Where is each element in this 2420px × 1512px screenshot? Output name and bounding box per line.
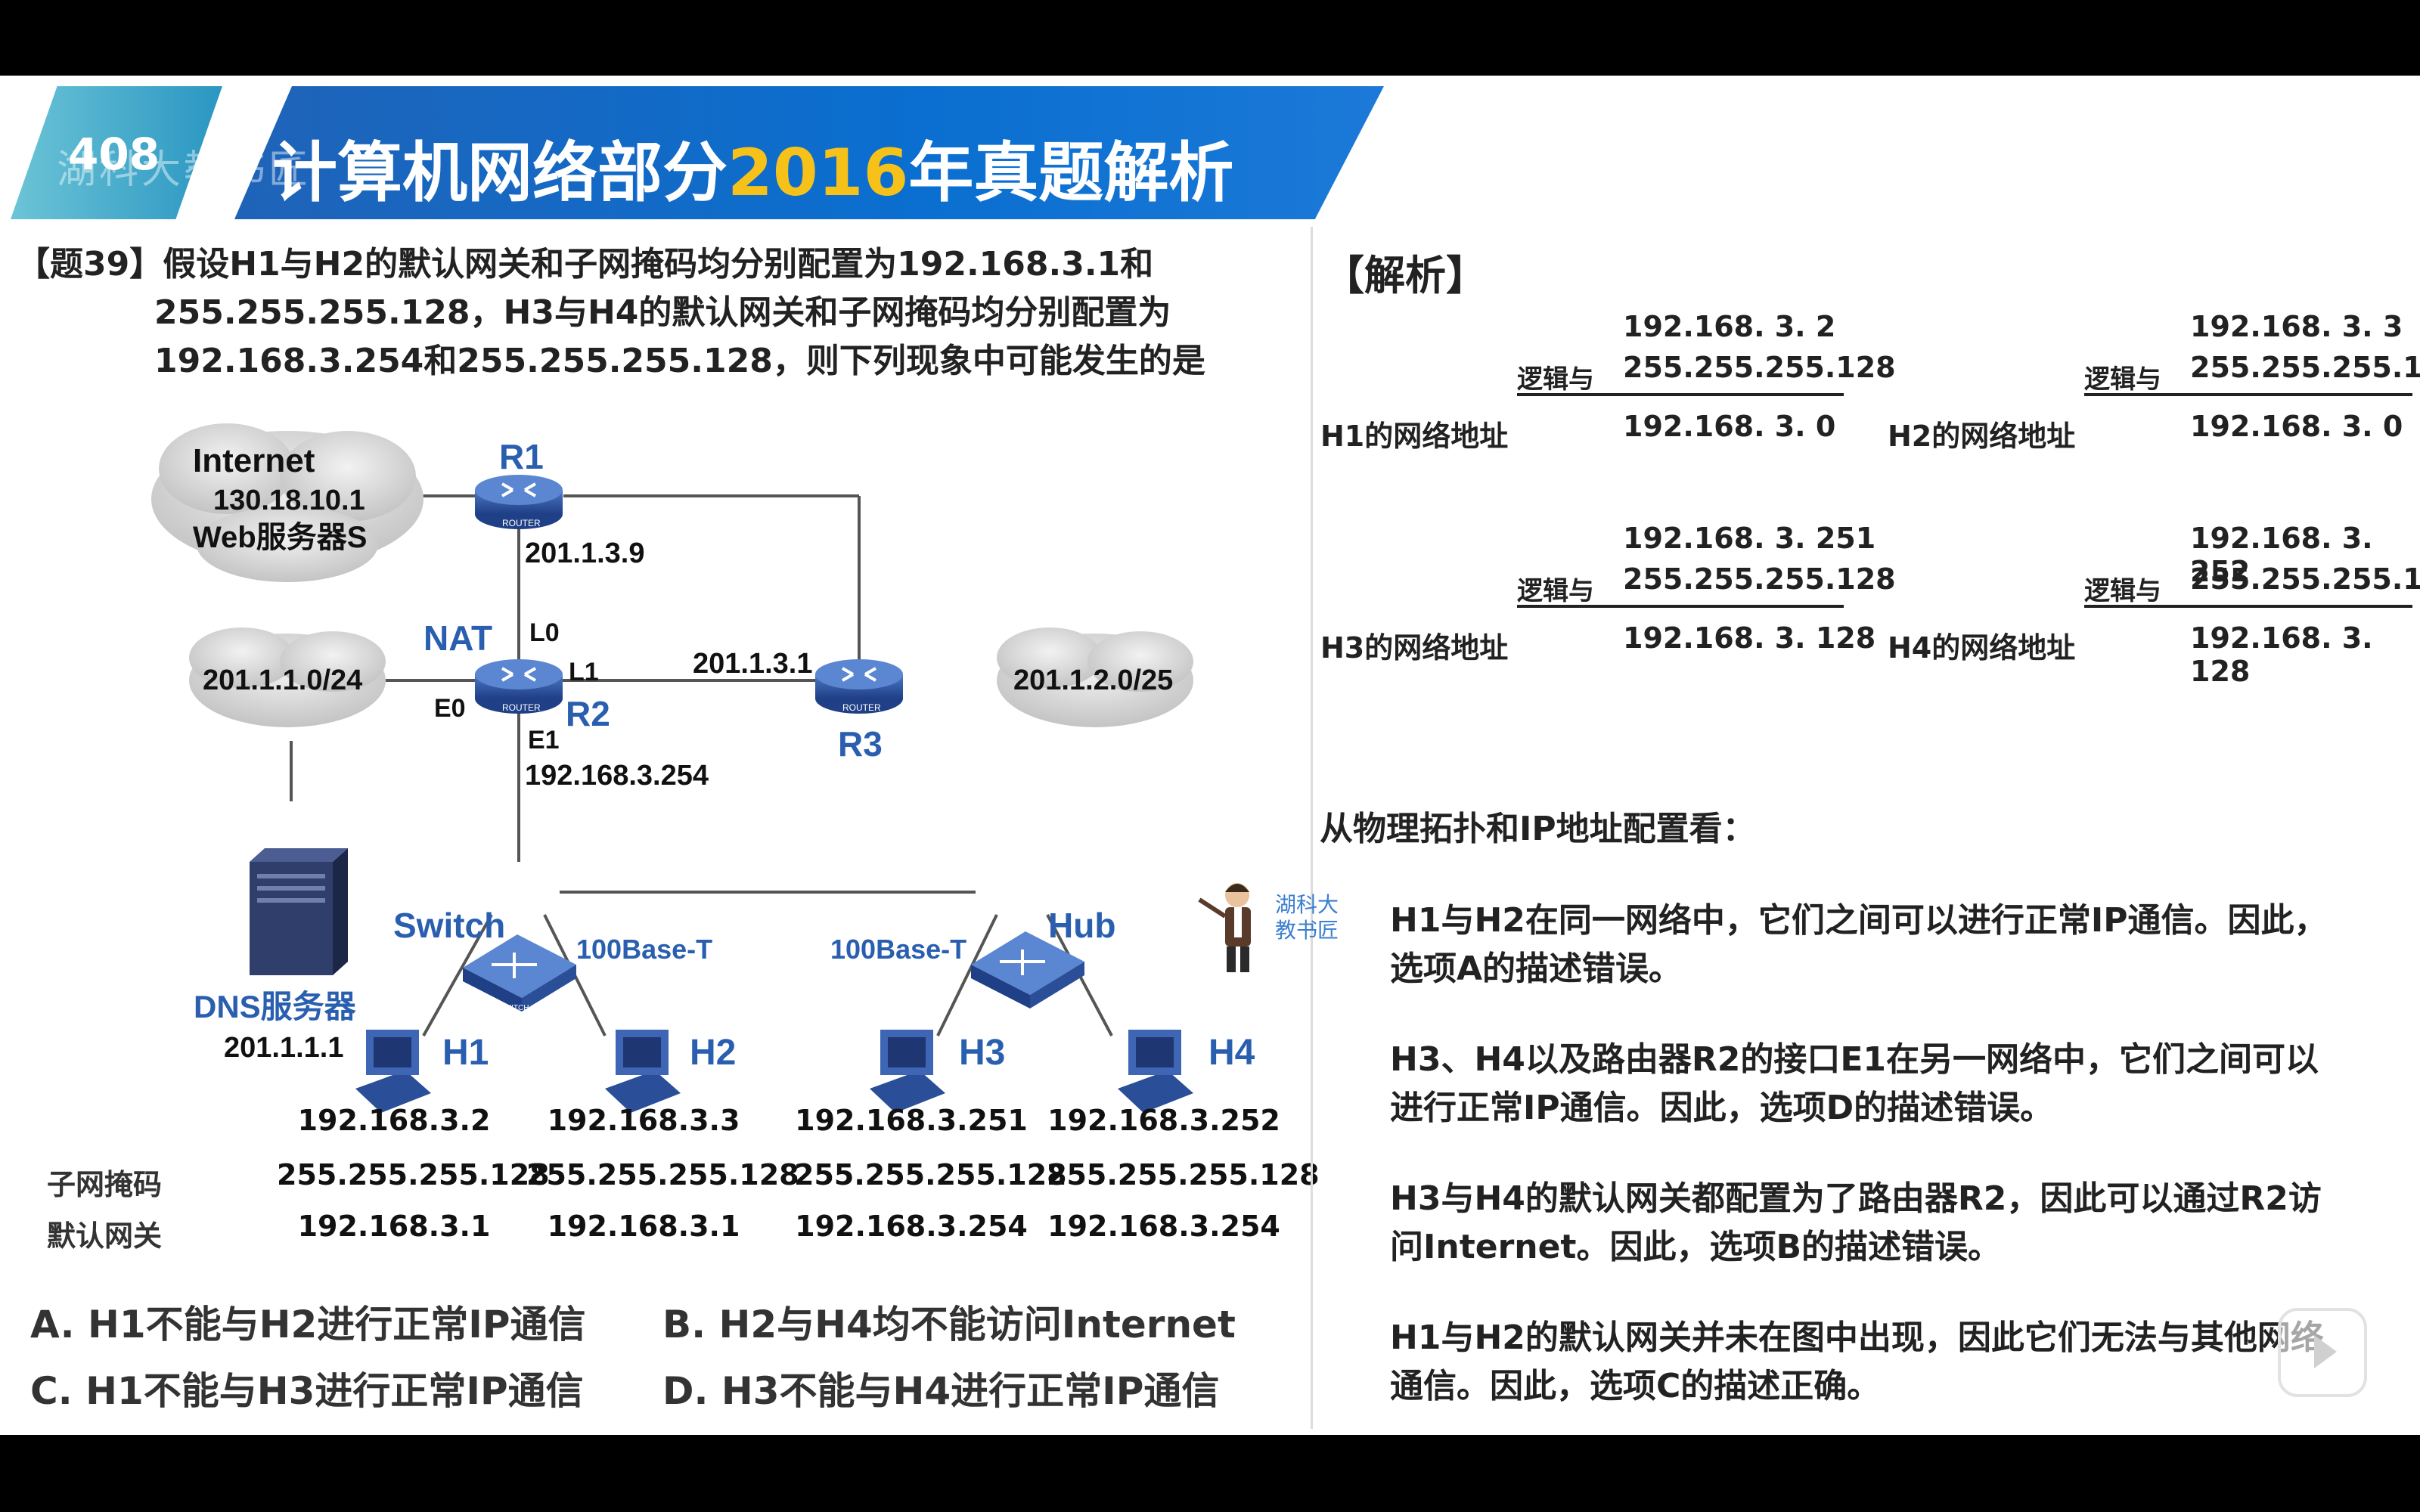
dns-ip: 201.1.1.1 [224,1032,343,1064]
host-h4-icon [1118,1030,1193,1113]
host-h3-label: H3 [959,1033,1005,1073]
host-h2-icon [605,1030,681,1113]
h4-network-label: H4的网络地址 [1888,631,2076,665]
link1-label: 100Base-T [576,934,712,965]
r1-tag: ROUTER [502,518,541,528]
teacher-mascot-icon [1198,883,1251,972]
internet-label: Internet [193,442,315,479]
r1-ip: 201.1.3.9 [525,538,644,569]
option-d: D. H3不能与H4进行正常IP通信 [662,1369,1220,1413]
play-button[interactable] [2278,1308,2367,1397]
h2-network-label: H2的网络地址 [1888,420,2076,453]
option-c: C. H1不能与H3进行正常IP通信 [30,1369,584,1413]
h3-network-label: H3的网络地址 [1320,631,1509,665]
h2-mask: 255.255.255.128 [526,1158,799,1191]
hub-label: Hub [1048,906,1115,945]
h1-ip: 192.168.3.2 [297,1104,491,1137]
h4-calc-and: 逻辑与 [2084,576,2161,606]
h4-calc-mask: 255.255.255.128 [2190,562,2420,596]
teacher-label: 湖科大教书匠 [1275,892,1339,943]
h1-gateway: 192.168.3.1 [297,1210,491,1243]
h3-calc-line [1517,605,1844,608]
h4-network-address: 192.168. 3. 128 [2190,621,2373,688]
analysis-paragraph-3: H3与H4的默认网关都配置为了路由器R2，因此可以通过R2访问Internet。… [1390,1179,2322,1266]
net1-label: 201.1.1.0/24 [203,665,362,696]
r2-r3-ip: 201.1.3.1 [693,648,812,680]
analysis-paragraph-1: H1与H2在同一网络中，它们之间可以进行正常IP通信。因此，选项A的描述错误。 [1390,901,2328,988]
gateway-row-label: 默认网关 [47,1219,163,1253]
h2-calc-ip: 192.168. 3. 3 [2190,310,2403,343]
h2-network-address: 192.168. 3. 0 [2190,410,2403,443]
internet-ip: 130.18.10.1 [213,485,365,516]
h3-network-address: 192.168. 3. 128 [1623,621,1876,655]
h2-ip: 192.168.3.3 [547,1104,740,1137]
h3-calc-mask: 255.255.255.128 [1623,562,1896,596]
r1-label: R1 [499,437,544,476]
h4-calc-line [2084,605,2412,608]
h4-gateway: 192.168.3.254 [1047,1210,1280,1243]
nat-label: NAT [424,618,492,658]
e1-ip: 192.168.3.254 [525,760,709,792]
h3-mask: 255.255.255.128 [794,1158,1067,1191]
r3-label: R3 [838,724,883,764]
h3-ip: 192.168.3.251 [795,1104,1028,1137]
h4-mask: 255.255.255.128 [1047,1158,1320,1191]
h1-calc-and: 逻辑与 [1517,364,1594,395]
net2-label: 201.1.2.0/25 [1013,665,1173,696]
h1-network-label: H1的网络地址 [1320,420,1509,453]
mask-row-label: 子网掩码 [47,1168,163,1201]
h2-gateway: 192.168.3.1 [547,1210,740,1243]
host-h1-label: H1 [442,1033,489,1073]
dns-label: DNS服务器 [194,989,357,1024]
analysis-subhead: 从物理拓扑和IP地址配置看： [1320,810,1756,848]
e0-label: E0 [434,694,466,723]
l1-label: L1 [569,658,599,686]
h2-calc-line [2084,393,2412,396]
host-h1-icon [355,1030,431,1113]
web-server-label: Web服务器S [193,521,367,554]
option-b: B. H2与H4均不能访问Internet [662,1303,1236,1346]
host-h4-label: H4 [1208,1033,1255,1073]
h1-network-address: 192.168. 3. 0 [1623,410,1836,443]
r2-label: R2 [566,694,610,733]
e1-label: E1 [528,726,560,754]
h3-gateway: 192.168.3.254 [795,1210,1028,1243]
column-divider [1311,227,1313,1429]
h2-calc-mask: 255.255.255.128 [2190,351,2420,384]
h2-calc-and: 逻辑与 [2084,364,2161,395]
option-a: A. H1不能与H2进行正常IP通信 [30,1303,586,1346]
slide: 408 湖科大教书匠 计算机网络部分2016年真题解析 【题39】假设H1与H2… [0,76,2420,1435]
analysis-paragraph-2: H3、H4以及路由器R2的接口E1在另一网络中，它们之间可以进行正常IP通信。因… [1390,1040,2319,1127]
switch-tag: SWITCH [499,1004,529,1012]
host-h2-label: H2 [690,1033,736,1073]
h1-calc-mask: 255.255.255.128 [1623,351,1896,384]
r2-tag: ROUTER [502,702,541,713]
h3-calc-ip: 192.168. 3. 251 [1623,522,1876,555]
h1-mask: 255.255.255.128 [277,1158,550,1191]
analysis-title: 【解析】 [1323,252,1487,299]
link2-label: 100Base-T [830,934,966,965]
analysis-paragraph-4: H1与H2的默认网关并未在图中出现，因此它们无法与其他网络通信。因此，选项C的描… [1390,1318,2324,1405]
h3-calc-and: 逻辑与 [1517,576,1594,606]
host-h3-icon [870,1030,945,1113]
h4-ip: 192.168.3.252 [1047,1104,1280,1137]
r3-tag: ROUTER [842,702,881,713]
h1-calc-ip: 192.168. 3. 2 [1623,310,1836,343]
l0-label: L0 [529,618,560,647]
dns-server-icon [250,848,348,975]
switch-label: Switch [393,906,505,945]
h1-calc-line [1517,393,1844,396]
